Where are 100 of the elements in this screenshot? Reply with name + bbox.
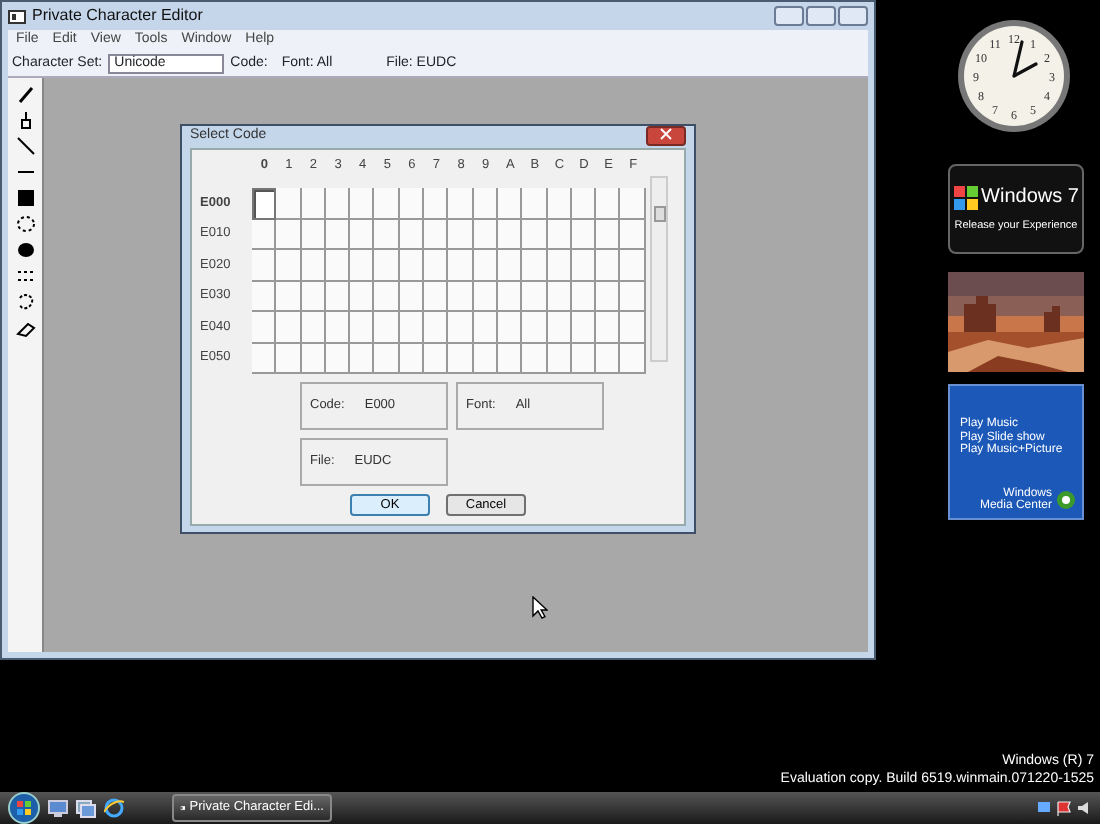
close-button[interactable] (646, 126, 686, 147)
character-cell[interactable] (522, 219, 548, 250)
character-cell[interactable] (325, 188, 351, 219)
character-cell[interactable] (497, 250, 523, 281)
character-cell[interactable] (473, 188, 498, 219)
character-cell[interactable] (571, 188, 597, 219)
character-cell[interactable] (596, 343, 621, 374)
character-cell[interactable] (522, 250, 548, 281)
character-cell[interactable] (448, 250, 474, 281)
eraser-icon[interactable] (15, 318, 35, 338)
pencil-icon[interactable] (15, 84, 35, 104)
character-cell[interactable] (596, 312, 621, 343)
character-cell[interactable] (497, 188, 523, 219)
character-cell[interactable] (596, 281, 621, 312)
filled-ellipse-icon[interactable] (15, 240, 35, 260)
character-cell[interactable] (350, 343, 375, 374)
character-cell[interactable] (424, 281, 449, 312)
character-cell[interactable] (522, 188, 548, 219)
character-cell[interactable] (522, 312, 548, 343)
close-icon (660, 128, 672, 141)
character-cell[interactable] (596, 188, 621, 219)
character-cell[interactable] (350, 312, 375, 343)
start-button[interactable] (8, 792, 40, 824)
character-cell[interactable] (350, 219, 375, 250)
character-cell[interactable] (620, 312, 646, 343)
character-cell[interactable] (301, 312, 326, 343)
character-cell[interactable] (571, 250, 597, 281)
character-cell[interactable] (448, 219, 474, 250)
character-cell[interactable] (596, 219, 621, 250)
character-cell[interactable] (374, 188, 400, 219)
flag-icon[interactable] (1056, 800, 1072, 816)
character-cell[interactable] (374, 312, 400, 343)
character-cell[interactable] (276, 312, 302, 343)
maximize-button[interactable] (806, 6, 836, 26)
character-cell[interactable] (497, 312, 523, 343)
character-cell[interactable] (399, 188, 425, 219)
character-cell[interactable] (252, 312, 277, 343)
character-cell[interactable] (473, 250, 498, 281)
dotted-ellipse-icon[interactable] (15, 214, 35, 234)
filled-rectangle-icon[interactable] (15, 188, 35, 208)
character-cell[interactable] (252, 343, 277, 374)
clock-face (958, 20, 1070, 132)
media-center-logo-icon (1056, 490, 1076, 511)
character-cell[interactable] (571, 312, 597, 343)
character-cell[interactable] (325, 312, 351, 343)
character-cell[interactable] (448, 312, 474, 343)
character-cell[interactable] (350, 281, 375, 312)
scrollbar[interactable] (649, 175, 668, 361)
character-cell[interactable] (252, 188, 277, 219)
clock-hands (1012, 40, 1038, 78)
character-cell[interactable] (252, 250, 277, 281)
character-cell[interactable] (448, 188, 474, 219)
character-cell[interactable] (620, 343, 646, 374)
character-cell[interactable] (424, 343, 449, 374)
character-cell[interactable] (399, 312, 425, 343)
character-cell[interactable] (276, 188, 302, 219)
character-cell[interactable] (399, 250, 425, 281)
speaker-icon[interactable] (1076, 800, 1092, 816)
character-cell[interactable] (374, 219, 400, 250)
app-icon (8, 7, 26, 25)
character-cell[interactable] (276, 250, 302, 281)
character-cell[interactable] (276, 343, 302, 374)
character-cell[interactable] (522, 281, 548, 312)
browser-icon[interactable] (104, 798, 124, 818)
character-cell[interactable] (424, 312, 449, 343)
character-cell[interactable] (424, 188, 449, 219)
character-cell[interactable] (301, 250, 326, 281)
mouse-cursor-icon (532, 596, 548, 620)
character-cell[interactable] (252, 219, 277, 250)
character-cell[interactable] (301, 188, 326, 219)
character-cell[interactable] (448, 343, 474, 374)
character-cell[interactable] (374, 343, 400, 374)
character-cell[interactable] (350, 188, 375, 219)
windows-icon[interactable] (76, 799, 96, 817)
desktop-icon[interactable] (48, 799, 68, 817)
gadget-title: Windows 7 (981, 184, 1079, 213)
character-cell[interactable] (374, 281, 400, 312)
character-cell[interactable] (424, 219, 449, 250)
character-cell[interactable] (276, 219, 302, 250)
character-cell[interactable] (620, 188, 646, 219)
minimize-button[interactable] (774, 6, 804, 26)
character-cell[interactable] (547, 250, 572, 281)
character-cell[interactable] (350, 250, 375, 281)
network-icon[interactable] (1036, 800, 1052, 816)
character-cell[interactable] (547, 188, 572, 219)
character-cell[interactable] (473, 312, 498, 343)
character-cell[interactable] (620, 250, 646, 281)
character-cell[interactable] (252, 281, 277, 312)
character-cell[interactable] (522, 343, 548, 374)
character-cell[interactable] (424, 250, 449, 281)
character-cell[interactable] (448, 281, 474, 312)
line-icon[interactable] (15, 136, 35, 156)
character-cell[interactable] (374, 250, 400, 281)
character-cell[interactable] (596, 250, 621, 281)
character-cell[interactable] (547, 312, 572, 343)
windows-logo-icon (953, 185, 978, 210)
character-cell[interactable] (620, 219, 646, 250)
character-cell[interactable] (620, 281, 646, 312)
character-cell[interactable] (276, 281, 302, 312)
character-cell[interactable] (325, 250, 351, 281)
